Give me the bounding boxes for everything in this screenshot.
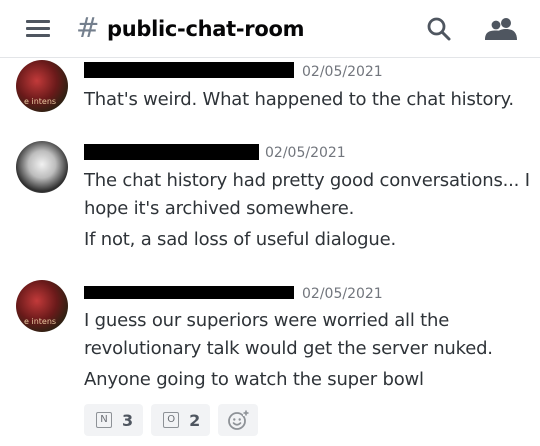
reactions-bar: N 3 O 2 (84, 404, 259, 436)
message-timestamp: 02/05/2021 (265, 145, 346, 161)
message-text: Anyone going to watch the super bowl (84, 369, 424, 390)
message-group: 02/05/2021 The chat history had pretty g… (0, 140, 540, 255)
message-text: If not, a sad loss of useful dialogue. (84, 229, 396, 250)
channel-header: # public-chat-room (0, 0, 540, 58)
reaction-count: 2 (189, 410, 201, 430)
reaction-pill[interactable]: N 3 (84, 404, 144, 436)
avatar[interactable] (16, 141, 68, 193)
add-reaction-icon (228, 410, 250, 430)
emoji-o-icon: O (163, 412, 180, 428)
message-text: The chat history had pretty good convers… (84, 170, 530, 191)
avatar[interactable]: e intens (16, 60, 68, 112)
username-redacted[interactable] (84, 61, 294, 79)
message-text: revolutionary talk would get the server … (84, 338, 493, 359)
add-reaction-button[interactable] (218, 404, 259, 436)
message-group: e intens 02/05/2021 That's weird. What h… (0, 58, 540, 118)
message-text: That's weird. What happened to the chat … (84, 89, 514, 110)
message-timestamp: 02/05/2021 (302, 286, 383, 302)
message-timestamp: 02/05/2021 (302, 64, 383, 80)
message-text: hope it's archived somewhere. (84, 198, 355, 219)
search-icon[interactable] (426, 16, 452, 42)
message-group: e intens 02/05/2021 I guess our superior… (0, 280, 540, 398)
avatar[interactable]: e intens (16, 280, 68, 332)
emoji-n-icon: N (96, 412, 112, 428)
channel-name: public-chat-room (107, 17, 305, 41)
hamburger-menu-icon[interactable] (26, 19, 50, 39)
reaction-count: 3 (122, 410, 134, 430)
members-icon[interactable] (485, 17, 517, 41)
channel-hash-icon: # (76, 11, 100, 44)
reaction-pill[interactable]: O 2 (151, 404, 211, 436)
message-text: I guess our superiors were worried all t… (84, 310, 450, 331)
username-redacted[interactable] (84, 283, 294, 301)
username-redacted[interactable] (84, 143, 259, 161)
